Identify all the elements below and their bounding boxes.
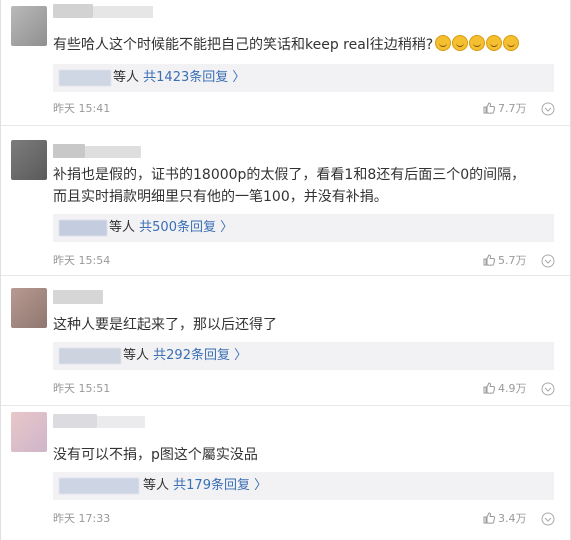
comment-text: 这种人要是红起来了，那以后还得了: [53, 317, 277, 333]
like-button[interactable]: 3.4万: [483, 512, 527, 526]
thumbs-up-icon: [483, 102, 496, 114]
like-button[interactable]: 7.7万: [483, 102, 527, 116]
like-button[interactable]: 5.7万: [483, 254, 527, 268]
laughing-tears-emoji-icon: [435, 35, 520, 58]
timestamp: 昨天 15:51: [53, 382, 111, 395]
reply-avatars: [59, 478, 139, 494]
like-count: 5.7万: [498, 254, 527, 267]
comment-text: 有些哈人这个时候能不能把自己的笑话和keep real往边稍稍?: [53, 34, 520, 58]
thumbs-up-icon: [483, 254, 496, 266]
avatar[interactable]: [11, 288, 47, 328]
reply-count-link[interactable]: 共500条回复 〉: [139, 220, 233, 235]
reply-avatars: [59, 70, 111, 86]
like-count: 4.9万: [498, 382, 527, 395]
chevron-down-circle-icon[interactable]: [541, 382, 555, 396]
reply-suffix: 等人: [123, 348, 150, 363]
comment-list: 有些哈人这个时候能不能把自己的笑话和keep real往边稍稍? 等人 共142…: [0, 0, 571, 540]
avatar[interactable]: [11, 140, 47, 180]
chevron-down-circle-icon[interactable]: [541, 102, 555, 116]
like-button[interactable]: 4.9万: [483, 382, 527, 396]
reply-preview[interactable]: 等人 共292条回复 〉: [53, 342, 554, 370]
reply-avatars: [59, 220, 107, 236]
comment-item: 有些哈人这个时候能不能把自己的笑话和keep real往边稍稍? 等人 共142…: [1, 0, 570, 126]
chevron-down-circle-icon[interactable]: [541, 512, 555, 526]
like-count: 3.4万: [498, 512, 527, 525]
avatar[interactable]: [11, 6, 47, 46]
reply-preview[interactable]: 等人 共1423条回复 〉: [53, 64, 554, 92]
comment-item: 没有可以不捐，p图这个屬实没品 等人 共179条回复 〉 昨天 17:33 3.…: [1, 406, 570, 540]
reply-avatars: [59, 348, 121, 364]
reply-suffix: 等人: [143, 478, 170, 493]
reply-suffix: 等人: [113, 70, 140, 85]
comment-text-line-2: 而且实时捐款明细里只有他的一笔100，并没有补捐。: [53, 189, 388, 205]
reply-count-link[interactable]: 共179条回复 〉: [173, 478, 267, 493]
thumbs-up-icon: [483, 382, 496, 394]
comment-text-line-1: 补捐也是假的，证书的18000p的太假了，看看1和8还有后面三个0的间隔，: [53, 167, 526, 183]
thumbs-up-icon: [483, 512, 496, 524]
comment-item: 补捐也是假的，证书的18000p的太假了，看看1和8还有后面三个0的间隔， 而且…: [1, 126, 570, 276]
reply-suffix: 等人: [109, 220, 136, 235]
timestamp: 昨天 15:54: [53, 254, 111, 267]
avatar[interactable]: [11, 412, 47, 452]
reply-count-link[interactable]: 共292条回复 〉: [153, 348, 247, 363]
reply-preview[interactable]: 等人 共179条回复 〉: [53, 472, 554, 500]
timestamp: 昨天 17:33: [53, 512, 111, 525]
reply-preview[interactable]: 等人 共500条回复 〉: [53, 214, 554, 242]
comment-item: 这种人要是红起来了，那以后还得了 等人 共292条回复 〉 昨天 15:51 4…: [1, 276, 570, 406]
comment-text: 没有可以不捐，p图这个屬实没品: [53, 447, 258, 463]
chevron-down-circle-icon[interactable]: [541, 254, 555, 268]
like-count: 7.7万: [498, 102, 527, 115]
reply-count-link[interactable]: 共1423条回复 〉: [143, 70, 245, 85]
timestamp: 昨天 15:41: [53, 102, 111, 115]
